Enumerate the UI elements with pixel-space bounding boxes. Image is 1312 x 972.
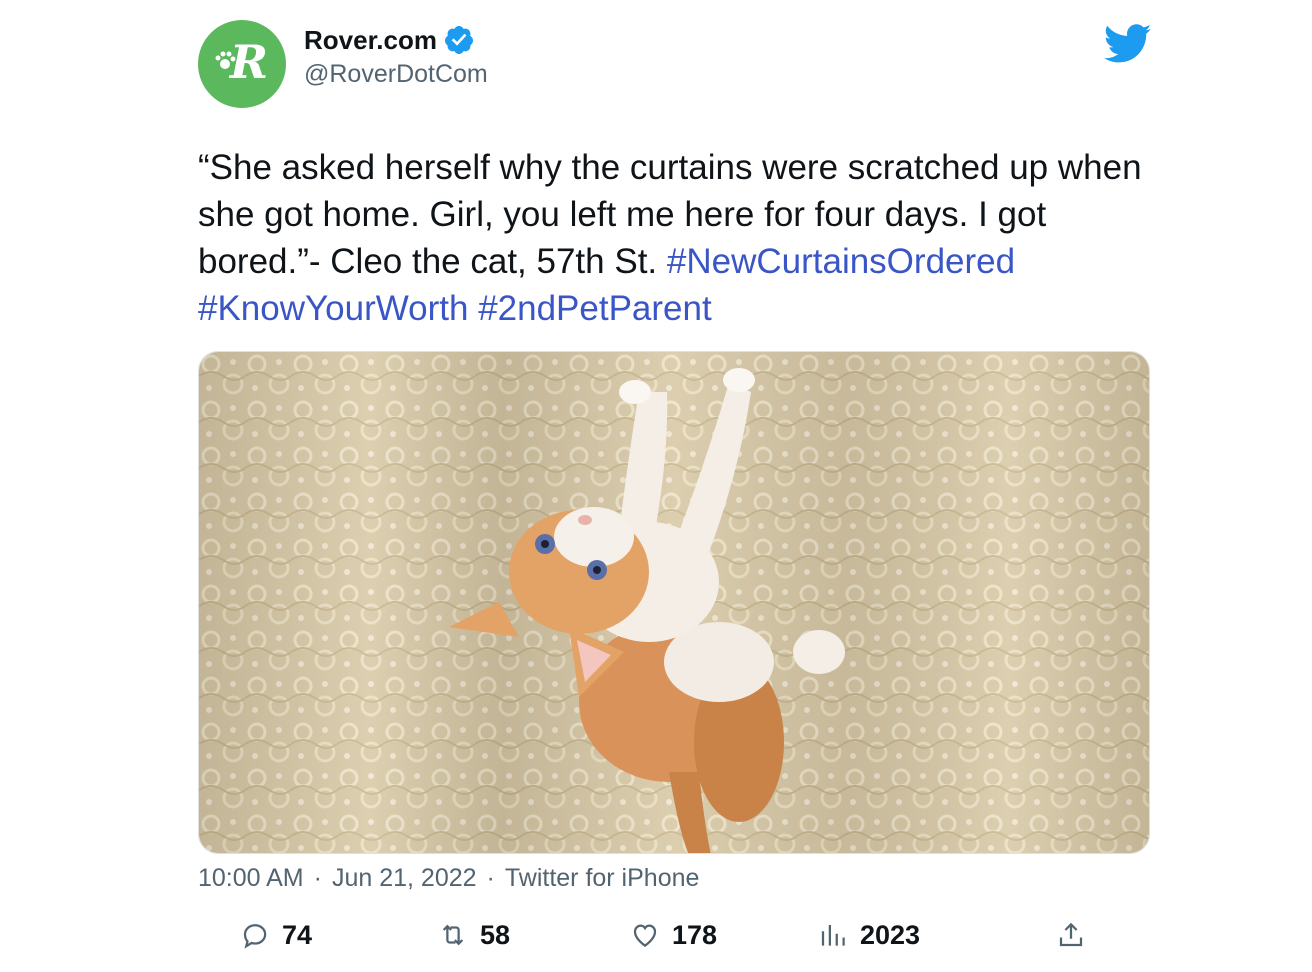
reply-icon <box>243 924 267 949</box>
share-button[interactable] <box>1056 914 1086 956</box>
action-bar: 74 58 178 2023 <box>0 914 1312 956</box>
views-button[interactable]: 2023 <box>818 914 920 956</box>
hashtag-knowyourworth[interactable]: #KnowYourWorth <box>198 289 468 328</box>
share-icon <box>1059 922 1083 947</box>
tweet-meta: 10:00 AM · Jun 21, 2022 · Twitter for iP… <box>198 860 699 896</box>
meta-separator: · <box>313 863 322 892</box>
reply-count: 74 <box>282 919 313 950</box>
retweet-button[interactable]: 58 <box>438 914 510 956</box>
twitter-bird-icon[interactable] <box>1104 24 1152 64</box>
avatar[interactable]: R <box>198 20 286 108</box>
meta-separator: · <box>486 863 495 892</box>
like-count: 178 <box>672 919 718 950</box>
author-name-row: Rover.com <box>304 24 475 56</box>
analytics-icon <box>821 925 845 946</box>
hashtag-2ndpetparent[interactable]: #2ndPetParent <box>478 289 712 328</box>
views-count: 2023 <box>860 919 921 950</box>
heart-icon <box>633 924 657 947</box>
retweet-icon <box>442 924 464 946</box>
hashtag-newcurtainsordered[interactable]: #NewCurtainsOrdered <box>667 242 1015 281</box>
author-handle[interactable]: @RoverDotCom <box>304 60 488 89</box>
like-button[interactable]: 178 <box>630 914 717 956</box>
retweet-count: 58 <box>480 919 511 950</box>
tweet-date[interactable]: Jun 21, 2022 <box>332 864 477 893</box>
verified-badge-icon <box>444 26 473 54</box>
tweet-source[interactable]: Twitter for iPhone <box>505 864 700 893</box>
display-name[interactable]: Rover.com <box>304 25 437 56</box>
tweet-text: “She asked herself why the curtains were… <box>198 144 1158 332</box>
kitten-on-curtain-image <box>199 352 1149 853</box>
tweet-time[interactable]: 10:00 AM <box>198 864 304 893</box>
tweet-photo[interactable] <box>198 351 1150 854</box>
paw-icon <box>215 51 236 69</box>
reply-button[interactable]: 74 <box>240 914 312 956</box>
